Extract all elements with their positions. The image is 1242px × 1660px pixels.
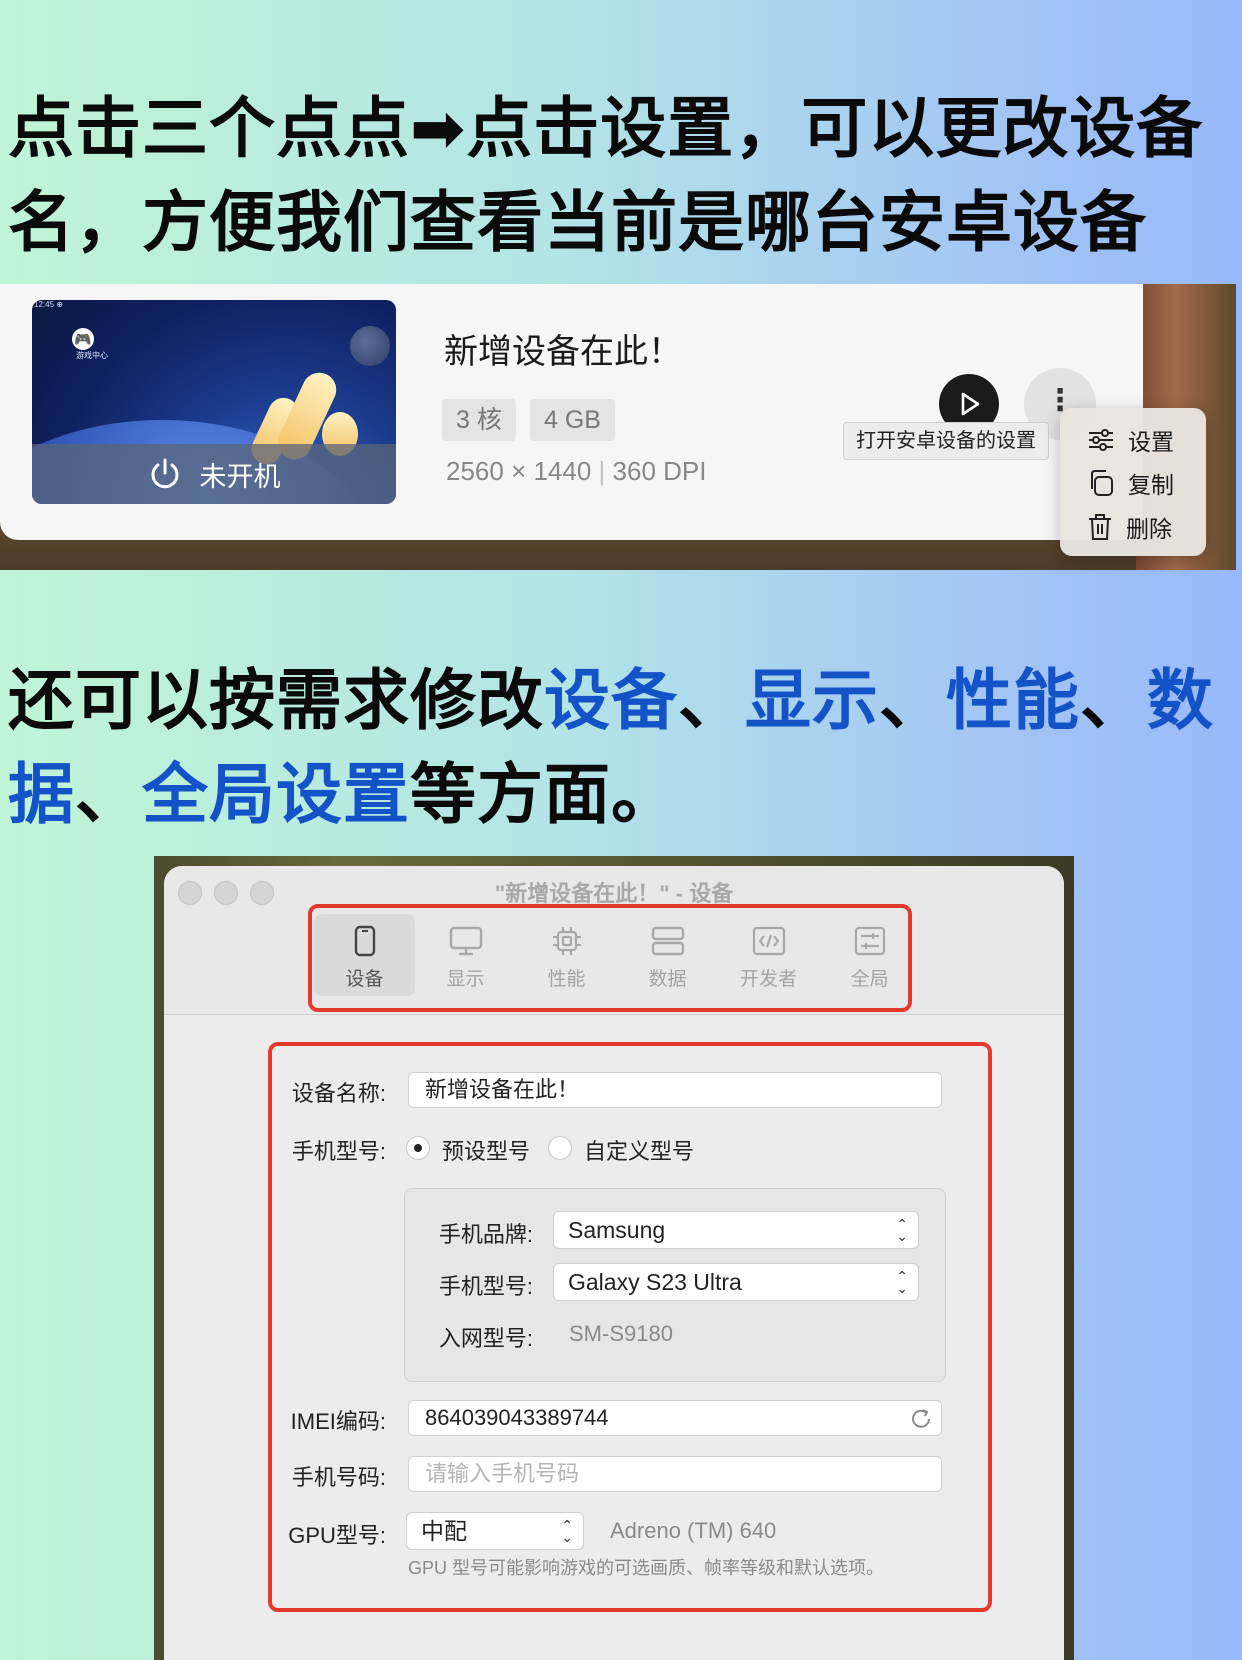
- refresh-icon[interactable]: [909, 1407, 933, 1431]
- tabs-highlight-box: [308, 904, 912, 1012]
- heading-2-suffix: 等方面。: [410, 756, 678, 833]
- menu-item-settings[interactable]: 设置: [1088, 422, 1174, 458]
- power-status-overlay[interactable]: 未开机: [32, 444, 396, 504]
- heading-2-item-display: 显示: [745, 662, 879, 739]
- brand-label: 手机品牌:: [438, 1222, 533, 1247]
- resolution-text: 2560 × 1440: [446, 456, 592, 486]
- model-select-value: Galaxy S23 Ultra: [568, 1269, 742, 1295]
- custom-model-radio[interactable]: [548, 1136, 572, 1160]
- power-status-label: 未开机: [199, 461, 281, 492]
- heading-2-prefix: 还可以按需求修改: [8, 662, 544, 739]
- updown-chevron-icon: ⌃ ⌄: [896, 1216, 908, 1244]
- updown-chevron-icon: ⌃ ⌄: [561, 1517, 573, 1545]
- wallpaper-moon: [350, 326, 390, 366]
- settings-tooltip: 打开安卓设备的设置: [843, 422, 1049, 460]
- preset-model-group: 手机品牌: Samsung ⌃ ⌄ 手机型号: Galaxy S23 Ultra …: [404, 1188, 946, 1382]
- play-icon: [961, 392, 980, 416]
- device-thumbnail[interactable]: 12:45 ⊕ 🎮 游戏中心 未开机: [32, 300, 396, 504]
- heading-2-item-performance: 性能: [946, 662, 1080, 739]
- menu-item-duplicate[interactable]: 复制: [1088, 465, 1174, 501]
- power-icon: [148, 457, 182, 491]
- preset-model-label[interactable]: 预设型号: [442, 1134, 530, 1166]
- gamepad-icon: 🎮: [72, 328, 94, 350]
- updown-chevron-icon: ⌃ ⌄: [896, 1268, 908, 1296]
- device-card[interactable]: 12:45 ⊕ 🎮 游戏中心 未开机 新增设备在此！ 3 核 4 GB 2560…: [0, 284, 1143, 540]
- spec-divider: |: [598, 456, 606, 486]
- menu-item-label: 复制: [1128, 472, 1174, 498]
- imei-value: 864039043389744: [425, 1405, 609, 1430]
- imei-label: IMEI编码:: [290, 1409, 386, 1434]
- gpu-select[interactable]: 中配 ⌃ ⌄: [406, 1512, 584, 1550]
- thumbnail-app-label: 游戏中心: [76, 351, 108, 360]
- phone-model-label: 手机型号:: [291, 1139, 386, 1164]
- device-name-input[interactable]: 新增设备在此！: [408, 1072, 942, 1108]
- copy-icon: [1091, 470, 1113, 496]
- model-select[interactable]: Galaxy S23 Ultra ⌃ ⌄: [553, 1263, 919, 1301]
- menu-item-delete[interactable]: 删除: [1088, 509, 1172, 545]
- dpi-text: 360 DPI: [612, 456, 707, 486]
- network-model-value: SM-S9180: [569, 1321, 673, 1346]
- device-spec: 2560 × 1440 | 360 DPI: [446, 456, 707, 487]
- sliders-icon: [1089, 429, 1113, 451]
- trash-icon: [1089, 514, 1111, 540]
- brand-select[interactable]: Samsung ⌃ ⌄: [553, 1211, 919, 1249]
- custom-model-label[interactable]: 自定义型号: [584, 1134, 694, 1166]
- heading-2-item-device: 设备: [544, 662, 678, 739]
- gpu-select-value: 中配: [421, 1518, 467, 1544]
- brand-select-value: Samsung: [568, 1217, 666, 1243]
- device-list-screenshot: 12:45 ⊕ 🎮 游戏中心 未开机 新增设备在此！ 3 核 4 GB 2560…: [0, 284, 1236, 570]
- heading-2-separator: 、: [75, 756, 142, 833]
- device-name-label: 设备名称:: [291, 1081, 386, 1106]
- thumbnail-status-bar: 12:45 ⊕: [34, 300, 63, 309]
- phone-number-label: 手机号码:: [291, 1465, 386, 1490]
- settings-window: "新增设备在此！" - 设备 设备 显示 性能 数据 开发者 全局 设备名称: …: [164, 866, 1064, 1660]
- heading-2-item-global: 全局设置: [142, 756, 410, 833]
- heading-2-separator: 、: [1080, 662, 1147, 739]
- gpu-label: GPU型号:: [288, 1523, 386, 1548]
- network-model-label: 入网型号:: [438, 1326, 533, 1351]
- heading-2-separator: 、: [879, 662, 946, 739]
- menu-item-label: 删除: [1126, 516, 1172, 542]
- instruction-heading-2: 还可以按需求修改设备、显示、性能、数据、全局设置等方面。: [8, 654, 1238, 842]
- gpu-hint: GPU 型号可能影响游戏的可选画质、帧率等级和默认选项。: [408, 1558, 885, 1578]
- phone-number-input[interactable]: 请输入手机号码: [408, 1456, 942, 1492]
- preset-model-radio[interactable]: [406, 1136, 430, 1160]
- device-name: 新增设备在此！: [444, 333, 682, 371]
- more-options-menu: 设置 复制 删除: [1060, 408, 1206, 556]
- instruction-heading-1: 点击三个点点➡点击设置，可以更改设备名，方便我们查看当前是哪台安卓设备: [8, 90, 1204, 261]
- model-label: 手机型号:: [438, 1274, 533, 1299]
- gpu-detail: Adreno (TM) 640: [610, 1518, 777, 1543]
- memory-badge: 4 GB: [530, 399, 615, 441]
- menu-item-label: 设置: [1128, 429, 1174, 455]
- heading-2-separator: 、: [678, 662, 745, 739]
- cpu-cores-badge: 3 核: [442, 399, 516, 441]
- imei-input[interactable]: 864039043389744: [408, 1400, 942, 1436]
